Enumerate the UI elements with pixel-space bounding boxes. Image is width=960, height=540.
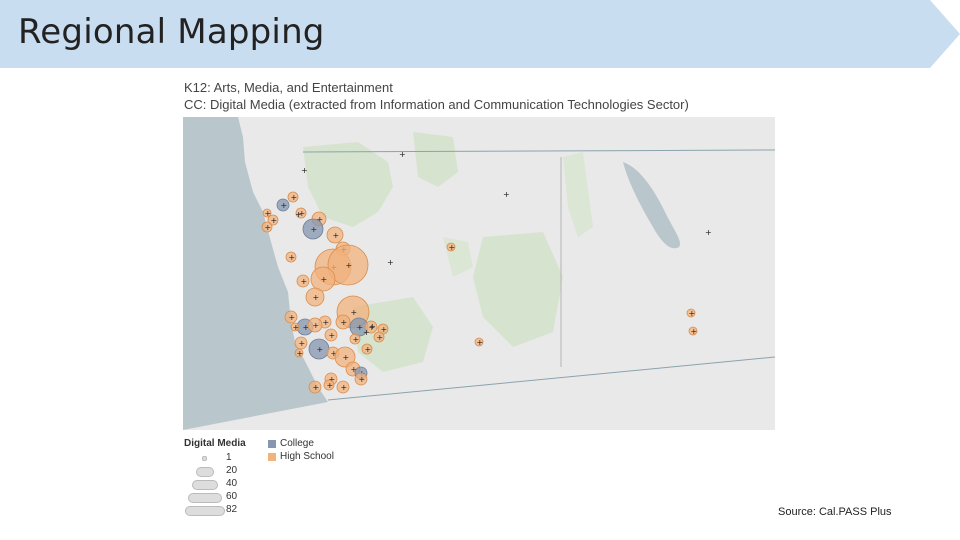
- location-marker: +: [377, 333, 384, 342]
- location-marker: +: [343, 353, 350, 362]
- location-marker: +: [346, 261, 353, 270]
- legend-college: College: [268, 437, 334, 450]
- location-marker: +: [329, 331, 336, 340]
- size-legend-row: 40: [184, 478, 244, 491]
- location-marker: +: [297, 349, 304, 358]
- size-legend-row: 20: [184, 465, 244, 478]
- location-marker: +: [301, 166, 308, 175]
- subtitle-cc: CC: Digital Media (extracted from Inform…: [184, 97, 689, 112]
- location-marker: +: [327, 381, 334, 390]
- location-marker: +: [387, 258, 394, 267]
- legend-high-school: High School: [268, 450, 334, 463]
- location-marker: +: [265, 223, 272, 232]
- location-marker: +: [289, 253, 296, 262]
- location-marker: +: [503, 190, 510, 199]
- location-marker: +: [449, 243, 456, 252]
- location-marker: +: [289, 313, 296, 322]
- size-legend-row: 60: [184, 491, 244, 504]
- location-marker: +: [265, 209, 272, 218]
- location-marker: +: [293, 323, 300, 332]
- location-marker: +: [477, 338, 484, 347]
- location-marker: +: [313, 293, 320, 302]
- location-marker: +: [299, 339, 306, 348]
- location-marker: +: [341, 383, 348, 392]
- color-legend: College High School: [268, 437, 334, 463]
- location-marker: +: [317, 345, 324, 354]
- location-marker: +: [291, 193, 298, 202]
- subtitle-k12: K12: Arts, Media, and Entertainment: [184, 80, 393, 95]
- location-marker: +: [271, 216, 278, 225]
- size-legend-row: 1: [184, 452, 244, 465]
- location-marker: +: [353, 335, 360, 344]
- location-marker: +: [691, 327, 698, 336]
- location-marker: +: [333, 231, 340, 240]
- location-marker: +: [313, 383, 320, 392]
- location-marker: +: [399, 150, 406, 159]
- location-marker: +: [369, 322, 376, 331]
- region-map[interactable]: + + + + + + + + + + + + + + + + + + + + + + + + + + + + + + + + + + + + + + + +…: [183, 117, 776, 430]
- location-marker: +: [321, 275, 328, 284]
- location-marker: +: [363, 328, 370, 337]
- source-note: Source: Cal.PASS Plus: [778, 506, 892, 518]
- size-legend-title: Digital Media: [184, 438, 246, 449]
- location-marker: +: [351, 308, 358, 317]
- slide-title: Regional Mapping: [18, 12, 325, 52]
- location-marker: +: [365, 345, 372, 354]
- location-marker: +: [689, 309, 696, 318]
- map-subtitles: K12: Arts, Media, and Entertainment CC: …: [184, 79, 689, 113]
- location-marker: +: [323, 318, 330, 327]
- location-marker: +: [359, 375, 366, 384]
- location-marker: +: [313, 321, 320, 330]
- size-legend-row: 82: [184, 504, 244, 517]
- location-marker: +: [301, 277, 308, 286]
- location-marker: +: [295, 210, 302, 219]
- location-marker: +: [705, 228, 712, 237]
- size-legend: 1 20 40 60 82: [184, 452, 244, 517]
- location-marker: +: [341, 318, 348, 327]
- location-marker: +: [311, 225, 318, 234]
- location-marker: +: [281, 201, 288, 210]
